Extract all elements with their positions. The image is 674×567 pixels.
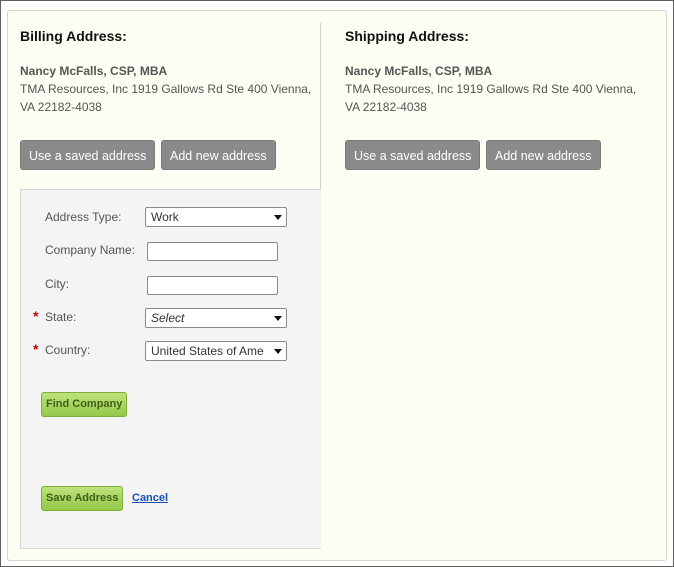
address-type-label: Address Type: [45, 210, 122, 224]
city-label: City: [45, 277, 69, 291]
state-value: Select [151, 311, 185, 325]
company-name-input[interactable] [147, 242, 278, 261]
billing-add-new-address-button[interactable]: Add new address [161, 140, 276, 170]
shipping-address-text: TMA Resources, Inc 1919 Gallows Rd Ste 4… [345, 82, 637, 114]
country-value: United States of Ame [151, 344, 264, 358]
find-company-button[interactable]: Find Company [41, 392, 128, 417]
shipping-use-saved-address-button[interactable]: Use a saved address [345, 140, 481, 170]
shipping-add-new-address-button[interactable]: Add new address [486, 140, 601, 170]
billing-name: Nancy McFalls, CSP, MBA [20, 64, 168, 78]
company-name-label: Company Name: [45, 243, 136, 257]
dropdown-arrow-icon [274, 316, 282, 321]
save-address-button[interactable]: Save Address [41, 486, 124, 511]
address-type-value: Work [151, 210, 179, 224]
window-frame: Billing Address: Nancy McFalls, CSP, MBA… [0, 0, 674, 567]
state-select[interactable]: Select [145, 308, 287, 328]
billing-heading: Billing Address: [20, 28, 127, 44]
address-type-select[interactable]: Work [145, 207, 287, 227]
new-address-form: Address Type: Work Company Name: City: *… [20, 189, 321, 549]
billing-use-saved-address-button[interactable]: Use a saved address [20, 140, 156, 170]
city-input[interactable] [147, 276, 278, 295]
shipping-heading: Shipping Address: [345, 28, 469, 44]
cancel-link[interactable]: Cancel [132, 492, 168, 504]
country-label: Country: [45, 343, 91, 357]
dropdown-arrow-icon [274, 349, 282, 354]
shipping-name: Nancy McFalls, CSP, MBA [345, 64, 493, 78]
country-required-marker: * [33, 341, 39, 357]
state-label: State: [45, 310, 77, 324]
state-required-marker: * [33, 308, 39, 324]
address-panel: Billing Address: Nancy McFalls, CSP, MBA… [7, 10, 667, 561]
billing-address-text: TMA Resources, Inc 1919 Gallows Rd Ste 4… [20, 82, 312, 114]
dropdown-arrow-icon [274, 215, 282, 220]
country-select[interactable]: United States of Ame [145, 341, 287, 361]
